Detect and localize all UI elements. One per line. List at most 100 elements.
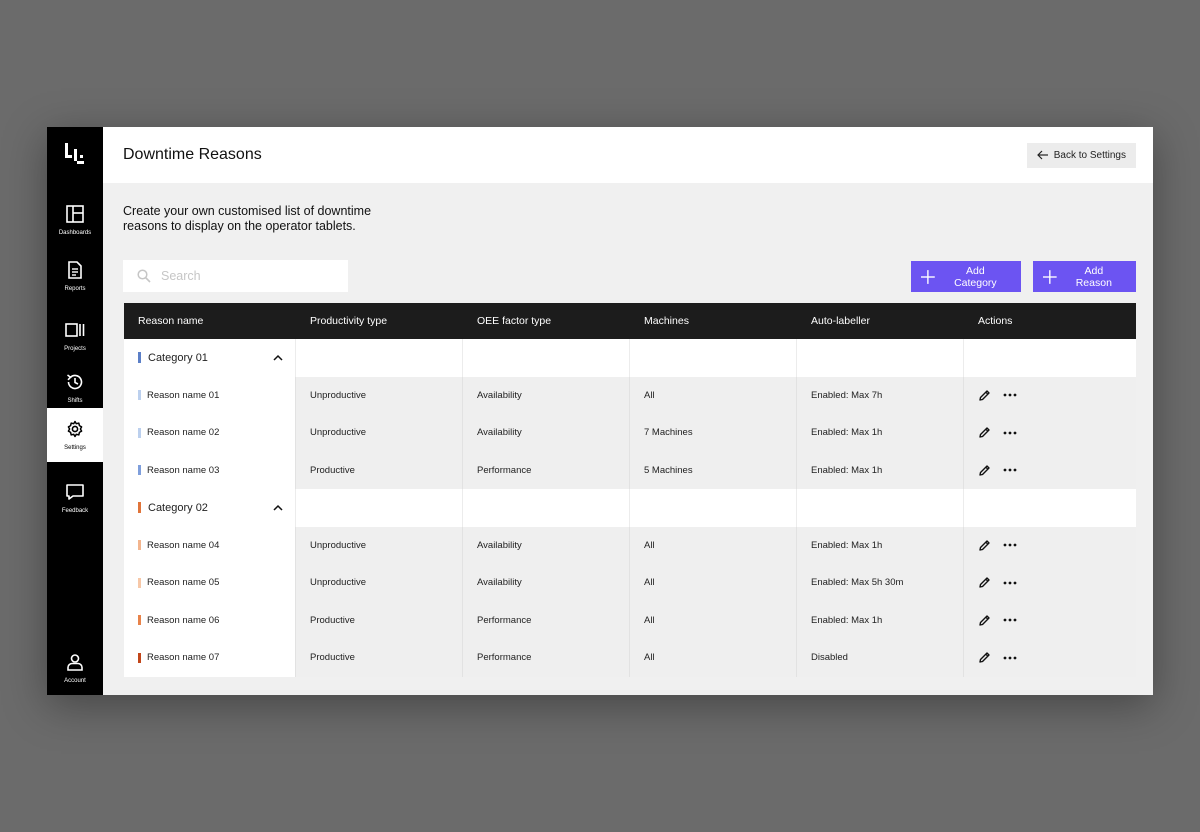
actions-cell <box>964 564 1136 602</box>
sidebar-item-account[interactable]: Account <box>47 641 103 695</box>
sidebar-item-projects[interactable]: Projects <box>47 309 103 363</box>
sidebar-item-feedback[interactable]: Feedback <box>47 471 103 525</box>
reason-color-swatch <box>138 615 141 626</box>
machines-cell: All <box>630 639 797 677</box>
oee-factor-type-cell: Availability <box>463 376 630 414</box>
add-reason-button[interactable]: Add Reason <box>1033 261 1136 292</box>
productivity-type-cell: Unproductive <box>296 414 463 452</box>
machines-cell: All <box>630 376 797 414</box>
category-name: Category 02 <box>148 501 208 514</box>
reason-name-cell: Reason name 05 <box>124 564 296 602</box>
search-input[interactable] <box>161 269 331 283</box>
edit-icon[interactable] <box>978 651 991 664</box>
table-row[interactable]: Reason name 06 Productive Performance All En… <box>124 601 1136 639</box>
column-header-machines[interactable]: Machines <box>630 303 797 339</box>
reason-color-swatch <box>138 652 141 663</box>
category-name-wrap: Category 01 <box>138 352 208 364</box>
reason-name: Reason name 05 <box>147 577 220 589</box>
actions-cell <box>964 639 1136 677</box>
table-row[interactable]: Reason name 04 Unproductive Availability Al… <box>124 526 1136 564</box>
more-options-icon[interactable] <box>1003 393 1017 397</box>
table-row[interactable]: Reason name 05 Unproductive Availability Al… <box>124 564 1136 602</box>
column-header-reason-name[interactable]: Reason name <box>124 303 296 339</box>
add-category-button[interactable]: Add Category <box>911 261 1021 292</box>
empty-cell <box>463 489 630 527</box>
productivity-type-cell: Productive <box>296 601 463 639</box>
reason-color-swatch <box>138 577 141 588</box>
reason-color-swatch <box>138 540 141 551</box>
page-title: Downtime Reasons <box>123 146 262 163</box>
table-row[interactable]: Reason name 07 Productive Performance All Di… <box>124 639 1136 677</box>
reason-name-cell: Reason name 07 <box>124 639 296 677</box>
actions-cell <box>964 601 1136 639</box>
sidebar-item-settings[interactable]: Settings <box>47 408 103 462</box>
edit-icon[interactable] <box>978 539 991 552</box>
more-options-icon[interactable] <box>1003 618 1017 622</box>
edit-icon[interactable] <box>978 389 991 402</box>
empty-cell <box>296 489 463 527</box>
sidebar-item-label: Shifts <box>67 398 83 404</box>
category-cell: Category 01 <box>124 339 296 377</box>
actions-cell <box>964 414 1136 452</box>
more-options-icon[interactable] <box>1003 468 1017 472</box>
row-actions <box>978 389 1017 402</box>
auto-labeller-cell: Enabled: Max 1h <box>797 451 964 489</box>
oee-factor-type-cell: Performance <box>463 601 630 639</box>
chevron-up-icon[interactable] <box>273 504 283 512</box>
actions-cell <box>964 526 1136 564</box>
edit-icon[interactable] <box>978 614 991 627</box>
reason-color-swatch <box>138 390 141 401</box>
more-options-icon[interactable] <box>1003 431 1017 435</box>
sidebar-item-reports[interactable]: Reports <box>47 249 103 303</box>
sidebar-item-label: Projects <box>64 346 86 352</box>
table-row[interactable]: Reason name 01 Unproductive Availability Al… <box>124 376 1136 414</box>
search-icon <box>137 269 151 283</box>
sidebar-item-dashboards[interactable]: Dashboards <box>47 193 103 247</box>
table-body: Category 01 Reason name 01 Unproductive Ava… <box>124 339 1136 677</box>
chevron-up-icon[interactable] <box>273 354 283 362</box>
empty-cell <box>797 489 964 527</box>
category-name-wrap: Category 02 <box>138 502 208 514</box>
column-header-auto-labeller[interactable]: Auto-labeller <box>797 303 964 339</box>
productivity-type-cell: Productive <box>296 639 463 677</box>
column-header-oee-factor-type[interactable]: OEE factor type <box>463 303 630 339</box>
empty-cell <box>964 339 1136 377</box>
back-to-settings-button[interactable]: Back to Settings <box>1026 142 1136 168</box>
productivity-type-cell: Productive <box>296 451 463 489</box>
table-header: Reason name Productivity type OEE factor… <box>124 303 1136 339</box>
more-options-icon[interactable] <box>1003 543 1017 547</box>
history-icon <box>67 374 83 390</box>
plus-icon <box>1043 269 1057 284</box>
reason-name-cell: Reason name 06 <box>124 601 296 639</box>
oee-factor-type-cell: Performance <box>463 451 630 489</box>
column-header-productivity-type[interactable]: Productivity type <box>296 303 463 339</box>
edit-icon[interactable] <box>978 464 991 477</box>
productivity-type-cell: Unproductive <box>296 564 463 602</box>
oee-factor-type-cell: Availability <box>463 564 630 602</box>
table-row[interactable]: Reason name 03 Productive Performance 5 Mac… <box>124 451 1136 489</box>
user-icon <box>67 654 83 671</box>
column-header-actions: Actions <box>978 315 1013 327</box>
oee-factor-type-cell: Availability <box>463 526 630 564</box>
machines-cell: 5 Machines <box>630 451 797 489</box>
reason-name: Reason name 01 <box>147 389 220 401</box>
row-actions <box>978 539 1017 552</box>
category-row[interactable]: Category 01 <box>124 339 1136 377</box>
auto-labeller-cell: Enabled: Max 7h <box>797 376 964 414</box>
more-options-icon[interactable] <box>1003 656 1017 660</box>
sidebar-item-shifts[interactable]: Shifts <box>47 361 103 415</box>
reason-name-cell: Reason name 02 <box>124 414 296 452</box>
sidebar-item-label: Feedback <box>61 508 89 514</box>
category-row[interactable]: Category 02 <box>124 489 1136 527</box>
brand-logo[interactable] <box>63 141 87 169</box>
actions-cell <box>964 376 1136 414</box>
row-actions <box>978 614 1017 627</box>
reasons-table: Reason name Productivity type OEE factor… <box>124 303 1136 677</box>
edit-icon[interactable] <box>978 576 991 589</box>
more-options-icon[interactable] <box>1003 581 1017 585</box>
productivity-type-cell: Unproductive <box>296 376 463 414</box>
machines-cell: All <box>630 564 797 602</box>
search-box[interactable] <box>123 260 348 292</box>
edit-icon[interactable] <box>978 426 991 439</box>
table-row[interactable]: Reason name 02 Unproductive Availability 7 … <box>124 414 1136 452</box>
